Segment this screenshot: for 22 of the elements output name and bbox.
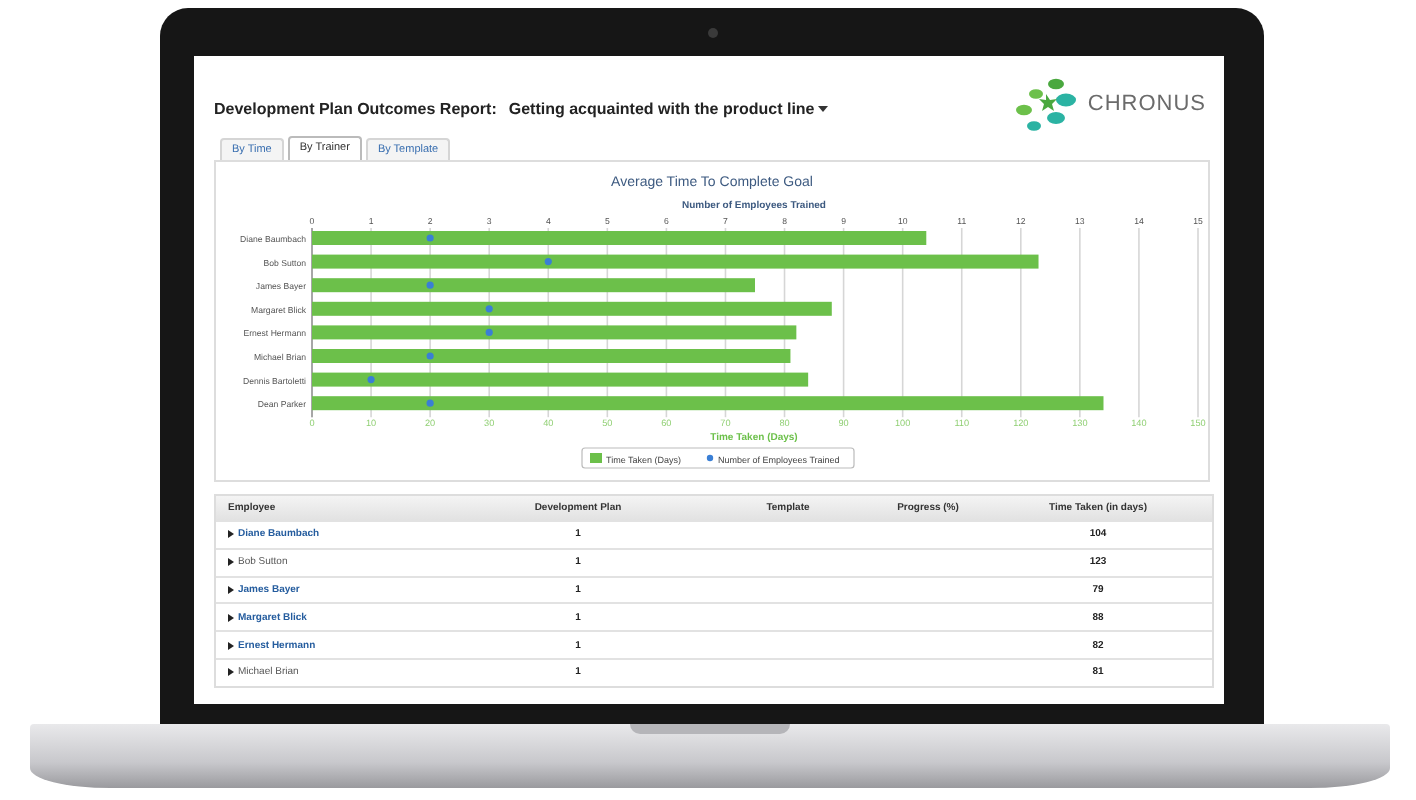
legend-swatch — [590, 453, 602, 463]
data-point — [544, 258, 552, 266]
expand-arrow-icon[interactable] — [228, 613, 234, 622]
expand-arrow-icon[interactable] — [228, 530, 234, 539]
plan-dropdown[interactable]: Getting acquainted with the product line — [508, 99, 829, 117]
data-point — [426, 281, 434, 289]
legend-marker — [706, 454, 714, 462]
expand-arrow-icon[interactable] — [228, 558, 234, 567]
data-point — [485, 328, 493, 336]
data-point — [367, 376, 375, 384]
logo-icon — [1011, 74, 1080, 134]
logo-text: CHRONUS — [1087, 92, 1206, 116]
data-point — [426, 399, 434, 407]
expand-arrow-icon[interactable] — [228, 668, 234, 677]
data-point — [426, 234, 434, 242]
data-point — [485, 305, 493, 313]
expand-arrow-icon[interactable] — [228, 641, 234, 650]
report-title: Development Plan Outcomes Report: — [214, 99, 497, 117]
caret-icon — [818, 105, 829, 111]
camera-icon — [708, 28, 718, 38]
expand-arrow-icon[interactable] — [228, 585, 234, 594]
data-point — [426, 352, 434, 360]
